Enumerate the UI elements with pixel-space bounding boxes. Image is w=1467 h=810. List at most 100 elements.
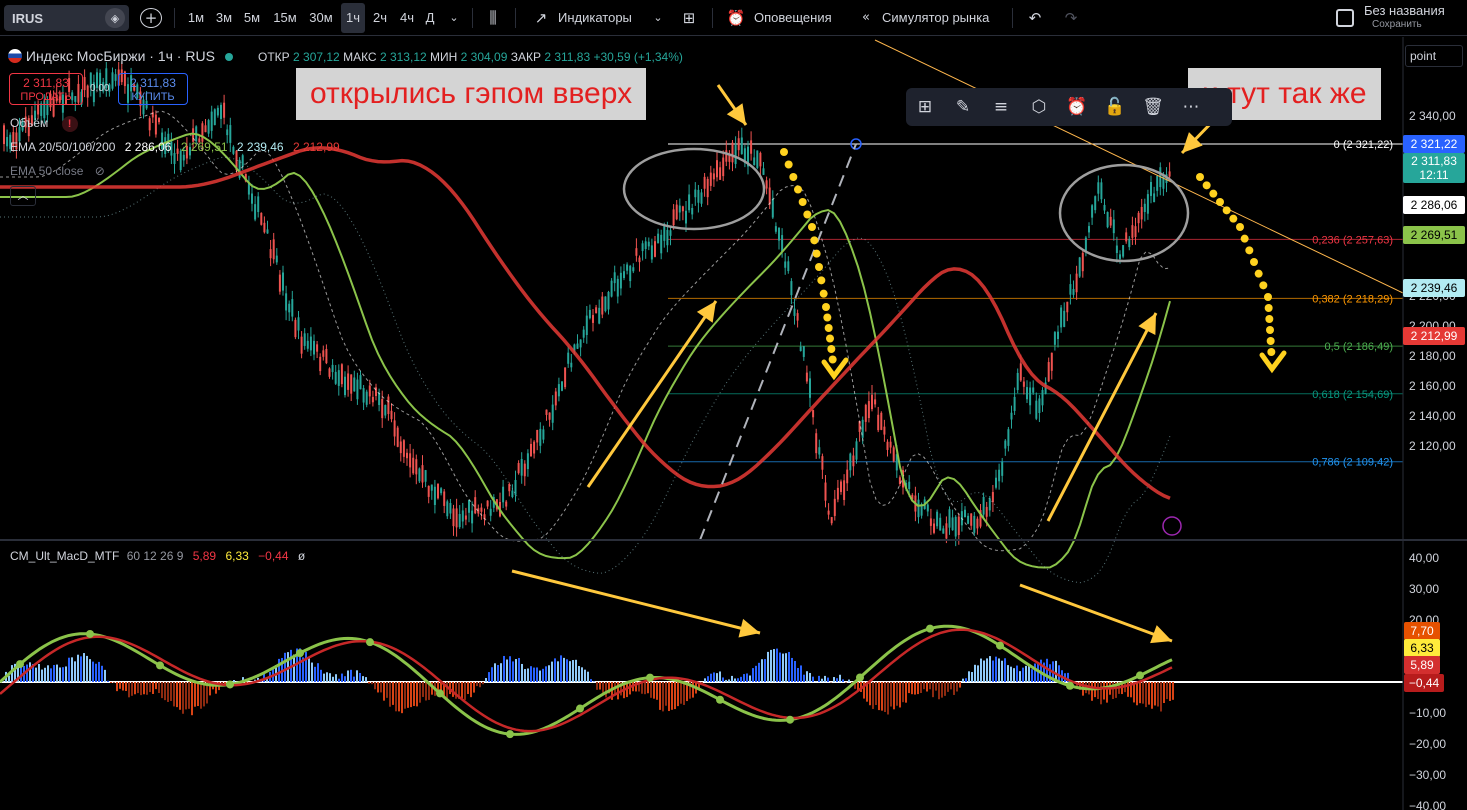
volume-legend[interactable]: Объём ! bbox=[10, 116, 78, 132]
macd-hist-bar bbox=[812, 676, 814, 682]
settings-hexagon-icon[interactable]: ⬡ bbox=[1020, 97, 1058, 117]
chart-area[interactable]: 0 (2 321,22) 0,236 (2 257,63) 0,382 (2 218… bbox=[0, 37, 1467, 810]
down-dots-left bbox=[810, 236, 819, 245]
timeframe-chevron-down-icon[interactable]: ⌄ bbox=[446, 8, 462, 28]
macd-hist-bar bbox=[959, 682, 961, 688]
macd-hist-bar bbox=[1025, 665, 1027, 682]
timeframe-30m[interactable]: 30м bbox=[306, 8, 336, 28]
more-options-icon[interactable]: ⋯ bbox=[1172, 97, 1210, 117]
timeframe-5m[interactable]: 5м bbox=[240, 8, 264, 28]
timeframe-1d[interactable]: Д bbox=[421, 8, 439, 28]
macd-hist-bar bbox=[971, 672, 973, 682]
ema50-close-legend[interactable]: EMA 50 close ⊘ bbox=[10, 164, 105, 178]
redo-icon[interactable]: ↷ bbox=[1062, 8, 1080, 28]
macd-hist-bar bbox=[446, 682, 448, 699]
fib-level-label: 0 (2 321,22) bbox=[1334, 139, 1393, 151]
macd-hist-bar bbox=[539, 670, 541, 682]
layout-checkbox[interactable] bbox=[1336, 9, 1354, 27]
scale-mode-button[interactable]: point bbox=[1405, 45, 1463, 67]
timeframe-1m[interactable]: 1м bbox=[184, 8, 208, 28]
macd-hist-bar bbox=[1148, 682, 1150, 705]
user-drawings[interactable] bbox=[511, 39, 1404, 644]
candle-body bbox=[570, 362, 573, 368]
undo-icon[interactable]: ↶ bbox=[1026, 8, 1044, 28]
macd-hist-bar bbox=[950, 682, 952, 690]
candle-body bbox=[213, 109, 216, 126]
candle-body bbox=[328, 368, 331, 377]
macd-hist-bar bbox=[824, 675, 826, 682]
annotation-gap-up[interactable]: открылись гэпом вверх bbox=[296, 68, 647, 120]
alert-add-icon[interactable]: ⏰ bbox=[1058, 97, 1096, 117]
eye-hidden-icon[interactable]: ⊘ bbox=[95, 164, 105, 178]
macd-cross-dot bbox=[576, 704, 584, 713]
macd-hist-bar bbox=[47, 665, 49, 682]
instrument-title[interactable]: Индекс МосБиржи · 1ч · RUS bbox=[26, 48, 215, 64]
macd-hist-bar bbox=[26, 664, 28, 682]
candle-body bbox=[1106, 212, 1109, 228]
candle-type-icon[interactable]: ⫼ bbox=[483, 8, 503, 28]
candle-body bbox=[666, 229, 669, 246]
pencil-color-icon[interactable]: ✎ bbox=[944, 97, 982, 117]
candle-body bbox=[852, 455, 855, 467]
macd-hist-bar bbox=[98, 661, 100, 682]
candle-body bbox=[731, 142, 734, 163]
trash-icon[interactable]: 🗑 bbox=[1134, 97, 1172, 117]
ema200-value: 2 212,99 bbox=[292, 140, 340, 154]
alerts-button[interactable]: Оповещения bbox=[754, 8, 838, 28]
timeframe-3m[interactable]: 3м bbox=[212, 8, 236, 28]
macd-hist-bar bbox=[497, 665, 499, 682]
collapse-legend-chevron-up-icon[interactable]: ︿ bbox=[10, 186, 36, 206]
timeframe-2h[interactable]: 2ч bbox=[368, 8, 392, 28]
macd-hist-bar bbox=[668, 682, 670, 712]
layout-grid-icon[interactable]: ⊞ bbox=[678, 8, 700, 28]
macd-hist-bar bbox=[53, 664, 55, 682]
replay-icon[interactable]: « bbox=[856, 8, 876, 28]
candle-body bbox=[350, 374, 353, 394]
indicators-chevron-down-icon[interactable]: ⌄ bbox=[650, 8, 666, 28]
symbol-search[interactable]: IRUS ◈ bbox=[4, 5, 129, 31]
fibonacci-retracement[interactable]: 0 (2 321,22) 0,236 (2 257,63) 0,382 (2 218… bbox=[668, 138, 1403, 469]
buy-button[interactable]: 2 311,83 КУПИТЬ bbox=[118, 73, 188, 105]
indicators-icon[interactable]: ↗ bbox=[530, 8, 552, 28]
indicators-button[interactable]: Индикаторы bbox=[558, 8, 640, 28]
candle-body bbox=[539, 428, 542, 446]
candle-body bbox=[458, 513, 461, 528]
templates-icon[interactable]: ⊞ bbox=[906, 97, 944, 117]
save-label[interactable]: Сохранить bbox=[1372, 19, 1452, 39]
sell-button[interactable]: 2 311,83 ПРОДАТЬ bbox=[9, 73, 83, 105]
candle-body bbox=[517, 463, 520, 474]
line-style-icon[interactable]: ≡ bbox=[982, 97, 1020, 117]
macd-hist-bar bbox=[278, 658, 280, 682]
candle-body bbox=[266, 229, 269, 234]
ema-legend[interactable]: EMA 20/50/100/200 2 286,06 2 269,51 2 23… bbox=[10, 140, 340, 154]
candle-body bbox=[322, 350, 325, 357]
candle-body bbox=[641, 243, 644, 252]
timeframe-4h[interactable]: 4ч bbox=[395, 8, 419, 28]
candle-body bbox=[1038, 398, 1041, 414]
macd-hist-bar bbox=[650, 682, 652, 698]
alarm-clock-icon[interactable]: ⏰ bbox=[725, 8, 747, 28]
candle-body bbox=[592, 315, 594, 323]
macd-label-4: −0,44 bbox=[1404, 674, 1444, 692]
lock-icon[interactable]: 🔓 bbox=[1096, 97, 1134, 117]
timeframe-15m[interactable]: 15м bbox=[270, 8, 300, 28]
macd-hist-bar bbox=[422, 682, 424, 697]
candle-body bbox=[1115, 245, 1118, 254]
replay-button[interactable]: Симулятор рынка bbox=[882, 8, 1002, 28]
timeframe-1h[interactable]: 1ч bbox=[341, 3, 365, 33]
macd-hist-bar bbox=[590, 679, 592, 682]
toolbar-separator bbox=[472, 8, 473, 28]
price-tick-label: 2 180,00 bbox=[1409, 349, 1456, 363]
macd-hist-bar bbox=[137, 682, 139, 694]
macd-legend[interactable]: CM_Ult_MacD_MTF 60 12 26 9 5,89 6,33 −0,… bbox=[10, 549, 305, 563]
macd-hist-bar bbox=[464, 682, 466, 700]
compare-add-icon[interactable]: + bbox=[140, 8, 162, 28]
macd-hist-bar bbox=[818, 675, 820, 682]
warning-icon[interactable]: ! bbox=[61, 116, 78, 132]
symbol-menu-icon[interactable]: ◈ bbox=[105, 8, 125, 28]
macd-hist-bar bbox=[155, 682, 157, 690]
macd-hist-bar bbox=[938, 682, 940, 700]
candle-body bbox=[1029, 387, 1032, 406]
candle-body bbox=[347, 373, 350, 390]
macd-hist-bar bbox=[41, 669, 43, 682]
